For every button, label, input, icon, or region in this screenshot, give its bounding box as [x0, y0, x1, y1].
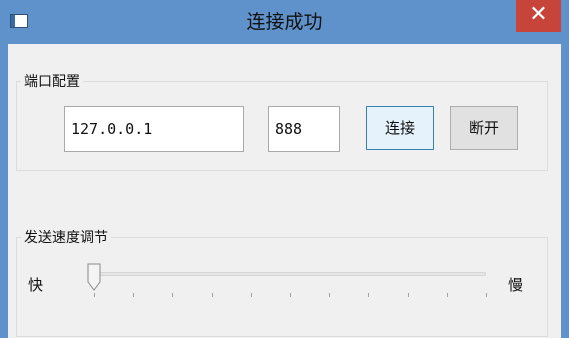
window-title: 连接成功: [246, 11, 323, 33]
ip-address-input[interactable]: 127.0.0.1: [64, 106, 244, 152]
app-window: 连接成功 ✕ 端口配置 127.0.0.1 888 连接 断开 发送速度调节 快…: [0, 0, 569, 338]
fast-label: 快: [28, 276, 44, 294]
slider-tick: [94, 293, 95, 297]
slider-tick: [486, 293, 487, 297]
speed-slider-track[interactable]: [94, 272, 486, 276]
title-bar[interactable]: 连接成功 ✕: [0, 0, 569, 44]
slider-tick: [368, 293, 370, 297]
slider-tick: [407, 293, 409, 297]
port-config-title: 端口配置: [21, 71, 83, 91]
close-button[interactable]: ✕: [516, 0, 561, 32]
port-input[interactable]: 888: [268, 106, 340, 152]
client-area: 端口配置 127.0.0.1 888 连接 断开 发送速度调节 快 慢: [8, 44, 561, 338]
connect-button[interactable]: 连接: [366, 106, 434, 150]
slider-tick: [329, 293, 331, 297]
slow-label: 慢: [508, 276, 524, 294]
slider-tick: [172, 293, 174, 297]
slider-tick: [446, 293, 448, 297]
speed-group-title: 发送速度调节: [21, 227, 111, 247]
slider-tick: [211, 293, 213, 297]
slider-tick: [290, 293, 291, 297]
speed-slider-thumb[interactable]: [87, 263, 101, 291]
slider-tick: [133, 293, 135, 297]
disconnect-button[interactable]: 断开: [450, 106, 518, 150]
slider-tick: [250, 293, 252, 297]
